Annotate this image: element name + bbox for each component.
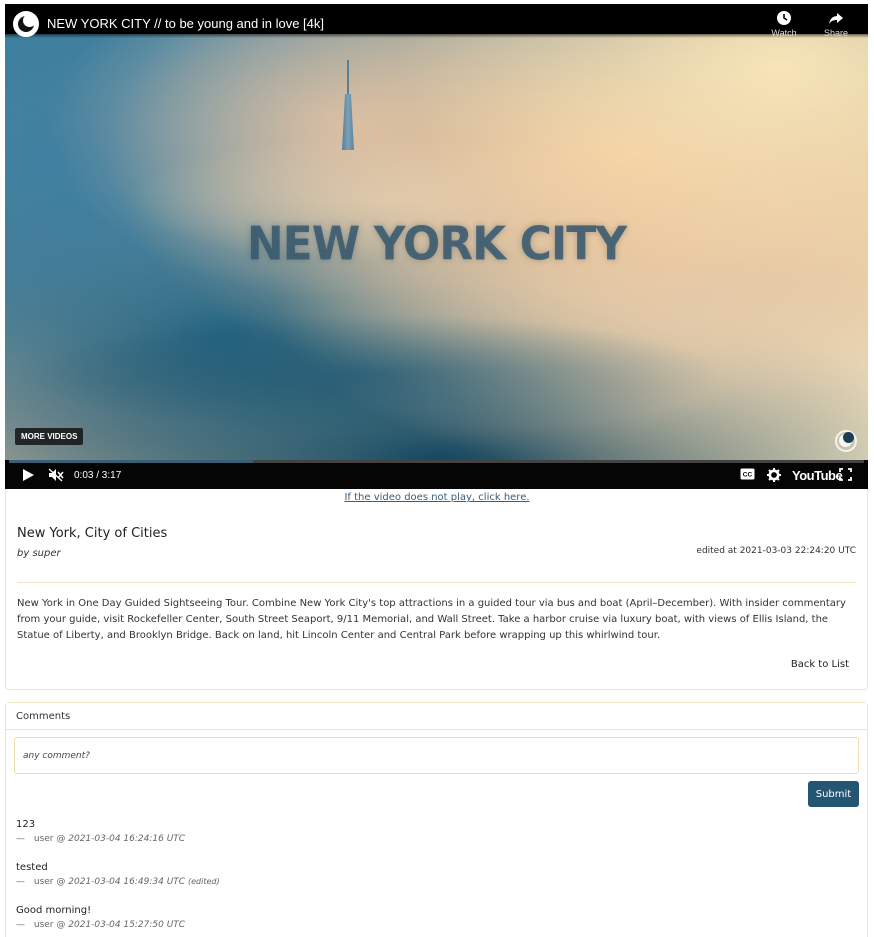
fog-layer (25, 314, 725, 434)
comment-meta: — user @ 2021-03-04 16:49:34 UTC (edited… (16, 877, 220, 887)
comment-text: tested (16, 862, 48, 873)
video-time: 0:03 / 3:17 (74, 470, 122, 481)
muted-speaker-icon (48, 468, 64, 482)
comment-meta: — user @ 2021-03-04 15:27:50 UTC (16, 920, 185, 930)
comment-timestamp: 2021-03-04 15:27:50 UTC (68, 920, 186, 930)
share-label: Share (823, 28, 849, 38)
video-player[interactable]: NEW YORK CITY NEW YORK CITY // to be you… (5, 4, 868, 489)
back-to-list-button[interactable]: Back to List (781, 654, 858, 675)
post-edited-timestamp: edited at 2021-03-03 22:24:20 UTC (696, 546, 856, 556)
play-icon (23, 469, 34, 481)
play-button[interactable] (22, 468, 35, 485)
cc-icon: CC (740, 468, 755, 480)
comment-edited-flag: (edited) (187, 877, 220, 886)
comment-dash: — (16, 920, 25, 930)
share-icon (829, 13, 843, 24)
comment-at: @ (56, 834, 66, 844)
post-title: New York, City of Cities (17, 526, 168, 541)
video-overlay-text: NEW YORK CITY (246, 217, 627, 272)
fullscreen-icon (839, 468, 852, 481)
divider (17, 582, 856, 583)
comment-user: user (33, 834, 54, 844)
channel-logo-icon[interactable] (13, 11, 39, 37)
mute-button[interactable] (48, 468, 64, 485)
progress-fill (9, 460, 253, 463)
share-button[interactable]: Share (813, 10, 859, 38)
youtube-logo[interactable]: YouTube (792, 468, 843, 483)
comments-header: Comments (6, 703, 867, 730)
watch-later-label: Watch Later (771, 28, 797, 38)
comment-dash: — (16, 877, 25, 887)
more-videos-button[interactable]: MORE VIDEOS (15, 428, 84, 445)
comments-card: Comments Submit 123 — user @ 2021-03-04 … (5, 702, 868, 937)
comment-at: @ (56, 877, 66, 887)
tower-spire (347, 60, 349, 96)
comment-text: Good morning! (16, 905, 92, 916)
comment-meta: — user @ 2021-03-04 16:24:16 UTC (16, 834, 185, 844)
comment-item: tested — user @ 2021-03-04 16:49:34 UTC … (16, 862, 220, 887)
gear-icon (767, 468, 781, 482)
comment-item: Good morning! — user @ 2021-03-04 15:27:… (16, 905, 185, 930)
progress-bar[interactable] (9, 460, 864, 463)
fallback-video-link[interactable]: If the video does not play, click here. (344, 492, 529, 503)
post-card: New York, City of Cities by super edited… (5, 489, 868, 690)
fullscreen-button[interactable] (839, 468, 852, 484)
comment-text: 123 (16, 819, 36, 830)
comment-user: user (33, 877, 54, 887)
comment-item: 123 — user @ 2021-03-04 16:24:16 UTC (16, 819, 185, 844)
comment-dash: — (16, 834, 25, 844)
comment-user: user (33, 920, 54, 930)
settings-button[interactable] (767, 468, 781, 485)
video-title[interactable]: NEW YORK CITY // to be young and in love… (47, 16, 324, 31)
post-author: by super (17, 548, 61, 559)
comment-at: @ (56, 920, 66, 930)
video-controls: 0:03 / 3:17 CC YouTube (5, 460, 868, 489)
comment-input[interactable] (14, 737, 859, 774)
channel-watermark-icon[interactable] (835, 430, 857, 452)
captions-button[interactable]: CC (740, 468, 755, 483)
clock-icon (777, 11, 791, 25)
comments-header-label: Comments (16, 711, 71, 722)
video-top-bar: NEW YORK CITY // to be young and in love… (5, 4, 868, 38)
svg-text:CC: CC (743, 472, 753, 479)
fallback-link-row: If the video does not play, click here. (0, 492, 874, 503)
comment-timestamp: 2021-03-04 16:24:16 UTC (68, 834, 186, 844)
video-frame[interactable]: NEW YORK CITY (5, 34, 868, 462)
post-body: New York in One Day Guided Sightseeing T… (17, 598, 846, 641)
watch-later-button[interactable]: Watch Later (761, 10, 807, 38)
submit-button[interactable]: Submit (808, 781, 859, 807)
comment-timestamp: 2021-03-04 16:49:34 UTC (68, 877, 186, 887)
